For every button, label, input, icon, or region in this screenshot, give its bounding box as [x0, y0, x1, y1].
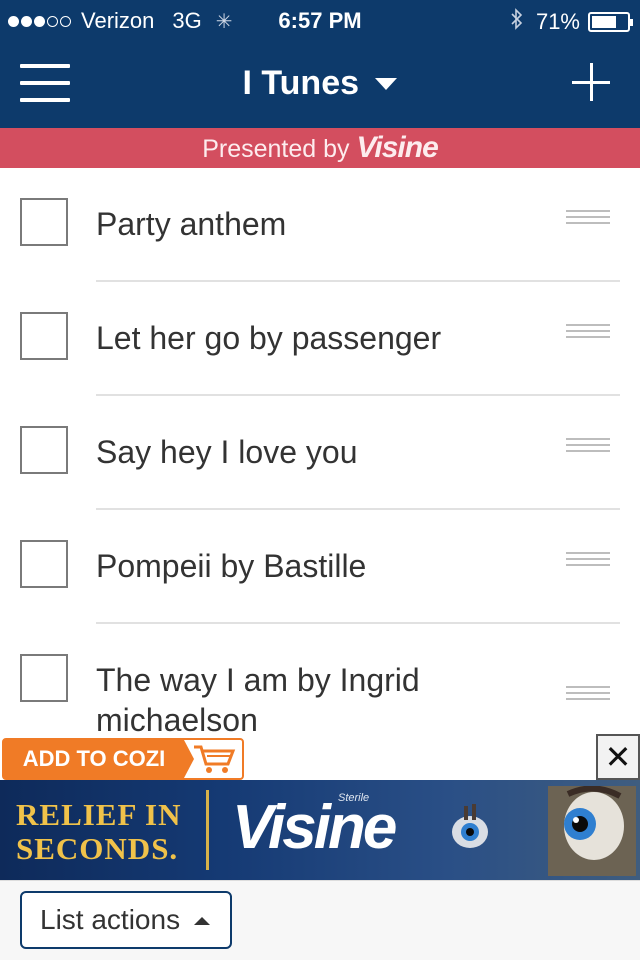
- battery-fill: [592, 16, 616, 28]
- add-to-cozi-label: ADD TO COZI: [4, 740, 184, 778]
- ad-divider: [206, 790, 209, 870]
- item-label[interactable]: Let her go by passenger: [96, 318, 536, 358]
- bluetooth-icon: [510, 8, 524, 36]
- ad-headline-line2: SECONDS.: [16, 831, 179, 866]
- item-label[interactable]: Say hey I love you: [96, 432, 536, 472]
- list-item[interactable]: The way I am by Ingrid michaelson: [0, 624, 640, 754]
- status-right: 71%: [510, 8, 633, 36]
- list-item[interactable]: Party anthem: [0, 168, 640, 282]
- list-item[interactable]: Let her go by passenger: [0, 282, 640, 396]
- banner-ad[interactable]: RELIEF IN SECONDS. Visine Sterile: [0, 780, 640, 880]
- sponsor-prefix: Presented by: [202, 135, 350, 163]
- status-bar: Verizon 3G ✳ 6:57 PM 71%: [0, 0, 640, 40]
- drag-handle-icon[interactable]: [566, 210, 610, 226]
- ad-headline-line1: RELIEF IN: [16, 797, 182, 832]
- ad-brand-sub: Sterile: [338, 792, 370, 804]
- item-label[interactable]: The way I am by Ingrid michaelson: [96, 660, 536, 740]
- ad-brand-logo: Visine: [232, 793, 397, 862]
- ad-headline: RELIEF IN SECONDS.: [16, 798, 181, 866]
- page-title[interactable]: I Tunes: [243, 64, 360, 102]
- drag-handle-icon[interactable]: [566, 438, 610, 454]
- bottom-toolbar: List actions: [0, 880, 640, 960]
- list-item[interactable]: Pompeii by Bastille: [0, 510, 640, 624]
- nav-bar: I Tunes: [0, 40, 640, 128]
- caret-up-icon: [194, 917, 210, 925]
- drag-handle-icon[interactable]: [566, 324, 610, 340]
- dropdown-caret-icon[interactable]: [375, 77, 398, 90]
- sponsor-banner[interactable]: Presented by Visine: [0, 128, 640, 168]
- ad-eyeball-character-image: [548, 786, 636, 876]
- item-label[interactable]: Party anthem: [96, 204, 536, 244]
- item-checkbox[interactable]: [20, 312, 68, 360]
- list-actions-label: List actions: [40, 904, 181, 935]
- battery-icon: [588, 12, 633, 32]
- sponsor-brand: Visine: [356, 131, 439, 164]
- item-checkbox[interactable]: [20, 198, 68, 246]
- add-to-cozi-button[interactable]: ADD TO COZI: [2, 738, 244, 780]
- close-ad-icon[interactable]: ✕: [596, 734, 640, 780]
- item-checkbox[interactable]: [20, 654, 68, 702]
- battery-percent: 71%: [535, 9, 580, 34]
- list-item[interactable]: Say hey I love you: [0, 396, 640, 510]
- item-checkbox[interactable]: [20, 540, 68, 588]
- list-actions-button[interactable]: List actions: [20, 891, 232, 949]
- ad-character-image: [452, 804, 488, 848]
- plus-icon[interactable]: [572, 63, 610, 101]
- list-selector[interactable]: I Tunes: [0, 64, 640, 103]
- item-label[interactable]: Pompeii by Bastille: [96, 546, 536, 586]
- drag-handle-icon[interactable]: [566, 552, 610, 568]
- cart-icon: [194, 745, 236, 773]
- item-checkbox[interactable]: [20, 426, 68, 474]
- drag-handle-icon[interactable]: [566, 686, 610, 702]
